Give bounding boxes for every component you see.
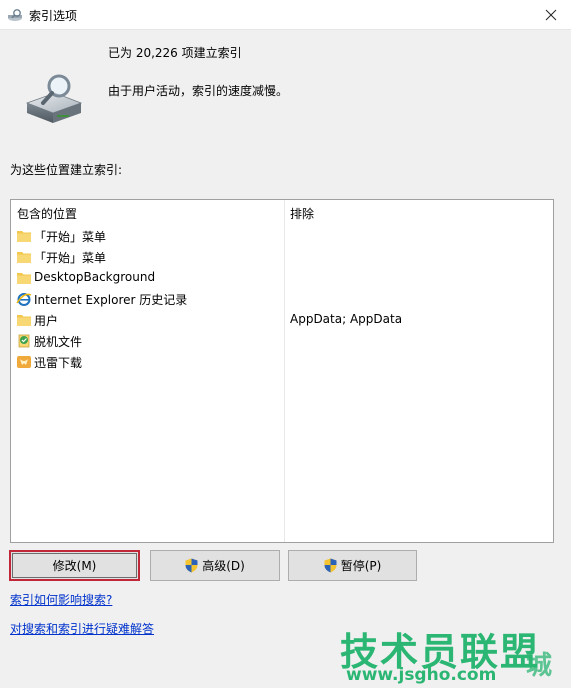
list-item[interactable]: DesktopBackground: [11, 267, 553, 288]
troubleshoot-search-link[interactable]: 对搜索和索引进行疑难解答: [10, 620, 154, 637]
column-header-excluded[interactable]: 排除: [290, 205, 314, 222]
close-icon: [545, 9, 557, 21]
column-header-included[interactable]: 包含的位置: [17, 205, 77, 222]
how-indexing-affects-search-link[interactable]: 索引如何影响搜索?: [10, 591, 112, 608]
list-item[interactable]: Internet Explorer 历史记录: [11, 288, 553, 309]
indexed-locations-label: 为这些位置建立索引:: [10, 163, 123, 177]
location-name: 「开始」菜单: [34, 251, 107, 265]
window-title: 索引选项: [29, 9, 78, 23]
indexing-status-message: 由于用户活动，索引的速度减慢。: [108, 84, 289, 98]
site-watermark-logo: 技术员联盟 www.jsgho.com 城: [340, 621, 568, 687]
location-name: 用户: [34, 314, 59, 328]
advanced-button-label: 高级(D): [202, 559, 245, 573]
list-item[interactable]: 「开始」菜单: [11, 246, 553, 267]
location-excluded: AppData; AppData: [290, 312, 403, 326]
uac-shield-icon: [185, 558, 198, 573]
indexed-locations-list[interactable]: 包含的位置 排除 「开始」菜单 「开始」菜单 DesktopBackground: [10, 199, 554, 543]
location-name: 迅雷下载: [34, 356, 83, 370]
thunder-folder-icon: [17, 356, 31, 368]
location-name: 脱机文件: [34, 335, 83, 349]
list-item[interactable]: 「开始」菜单: [11, 225, 553, 246]
title-bar: 索引选项: [0, 0, 571, 30]
dialog-body: 已为 20,226 项建立索引 由于用户活动，索引的速度减慢。 为这些位置建立索…: [0, 31, 571, 688]
advanced-button[interactable]: 高级(D): [150, 550, 280, 581]
offline-files-icon: [18, 334, 30, 348]
list-item[interactable]: 用户 AppData; AppData: [11, 309, 553, 330]
modify-button[interactable]: 修改(M): [9, 550, 140, 581]
list-item[interactable]: 脱机文件: [11, 330, 553, 351]
location-name: DesktopBackground: [34, 270, 156, 284]
pause-button-label: 暂停(P): [340, 559, 382, 573]
close-button[interactable]: [531, 0, 571, 30]
pause-button[interactable]: 暂停(P): [288, 550, 417, 581]
modify-button-label: 修改(M): [52, 559, 97, 573]
indexed-item-count: 已为 20,226 项建立索引: [108, 46, 242, 60]
indexing-options-icon: [8, 9, 22, 21]
list-item[interactable]: 迅雷下载: [11, 351, 553, 372]
watermark-url-text: www.jsgho.com: [346, 665, 497, 685]
uac-shield-icon: [324, 558, 337, 573]
ie-icon: [16, 293, 32, 306]
location-name: Internet Explorer 历史记录: [34, 293, 188, 307]
folder-icon: [17, 252, 31, 263]
folder-icon: [17, 273, 31, 284]
location-name: 「开始」菜单: [34, 230, 107, 244]
watermark-city-text: 城: [526, 651, 553, 681]
folder-icon: [17, 231, 31, 242]
modify-button-focus-rect: 修改(M): [12, 553, 137, 578]
indexing-drive-magnifier-icon: [25, 74, 83, 123]
folder-icon: [17, 315, 31, 326]
